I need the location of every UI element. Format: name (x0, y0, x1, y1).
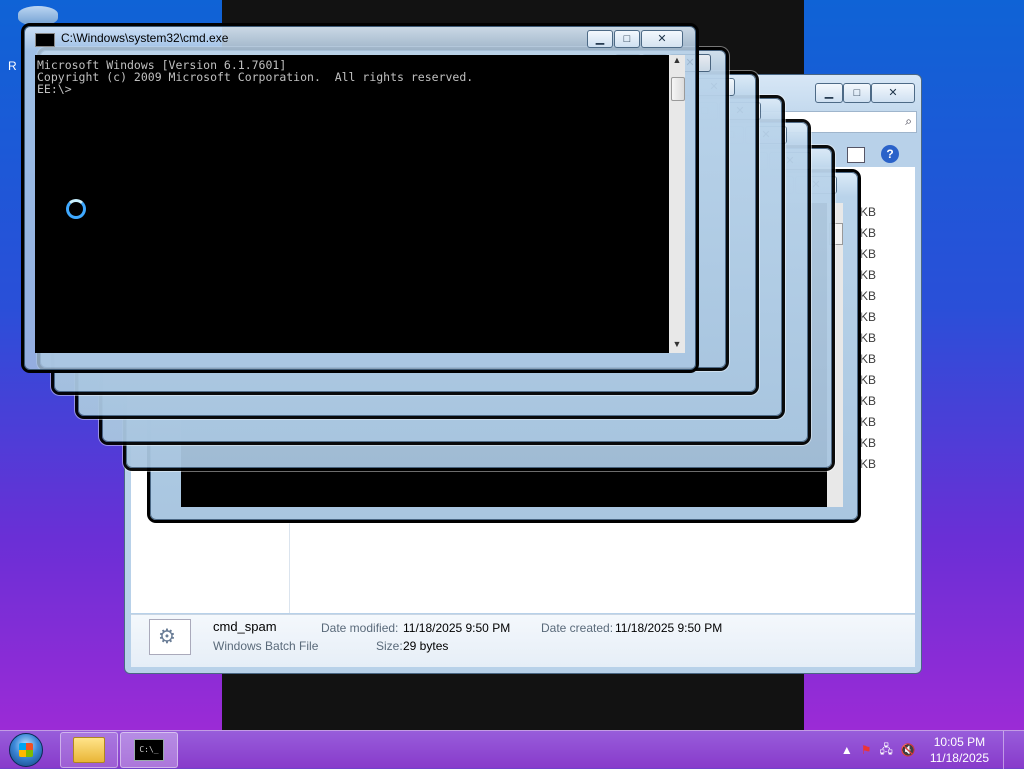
windows-logo-icon (9, 733, 43, 767)
explorer-minimize-button[interactable]: ▁ (815, 83, 843, 103)
start-button[interactable] (6, 731, 46, 769)
network-icon[interactable]: 🖧 (879, 740, 892, 761)
scroll-up-arrow-icon[interactable]: ▲ (669, 55, 685, 69)
scroll-down-arrow-icon[interactable]: ▼ (669, 339, 685, 353)
file-size-cell: KB (860, 352, 877, 366)
preview-pane-icon[interactable] (847, 147, 865, 163)
file-size-cell: KB (860, 436, 877, 450)
file-size-cell: KB (860, 205, 877, 219)
console-output[interactable]: Microsoft Windows [Version 6.1.7601] Copy… (35, 55, 669, 353)
file-size-cell: KB (860, 331, 877, 345)
clock-time: 10:05 PM (933, 735, 986, 749)
size-value: 29 bytes (403, 639, 449, 653)
desktop-partial-label: R (8, 59, 17, 73)
cmd-icon (35, 33, 55, 47)
taskbar-explorer-button[interactable] (60, 732, 118, 768)
file-size-cell: KB (860, 373, 877, 387)
file-size-cell: KB (860, 289, 877, 303)
cmd-scrollbar[interactable]: ▲ ▼ (669, 55, 685, 353)
volume-muted-icon[interactable]: 🔇 (901, 743, 916, 757)
date-modified-value: 11/18/2025 9:50 PM (403, 621, 511, 635)
cmd-maximize-button[interactable]: □ (614, 30, 640, 48)
taskbar-cmd-button[interactable]: C:\_ (120, 732, 178, 768)
file-size-cell: KB (860, 226, 877, 240)
clock[interactable]: 10:05 PM 11/18/2025 (924, 734, 995, 766)
file-size-cell: KB (860, 268, 877, 282)
date-created-value: 11/18/2025 9:50 PM (615, 621, 723, 635)
explorer-close-button[interactable]: ✕ (871, 83, 915, 103)
console-prompt: EE:\> (37, 82, 72, 96)
system-tray: ▲ ⚑ 🖧 🔇 10:05 PM 11/18/2025 (841, 731, 1024, 769)
search-icon[interactable]: ⌕ (905, 114, 912, 129)
cmd-window[interactable]: C:\Windows\system32\cmd.exe ▁ □ ✕ Micros… (24, 26, 696, 370)
action-center-icon[interactable]: ⚑ (861, 743, 872, 757)
file-size-cell: KB (860, 394, 877, 408)
file-size-cell: KB (860, 247, 877, 261)
file-size-cell: KB (860, 310, 877, 324)
cmd-minimize-button[interactable]: ▁ (587, 30, 613, 48)
file-name: cmd_spam (213, 619, 277, 634)
clock-date: 11/18/2025 (929, 751, 989, 765)
explorer-maximize-button[interactable]: □ (843, 83, 871, 103)
taskbar: C:\_ ▲ ⚑ 🖧 🔇 10:05 PM 11/18/2025 (0, 730, 1024, 769)
show-hidden-icons-icon[interactable]: ▲ (841, 743, 853, 757)
scrollbar-thumb[interactable] (671, 77, 685, 101)
file-size-cell: KB (860, 457, 877, 471)
details-pane: ⚙ cmd_spam Windows Batch File Date modif… (131, 614, 915, 667)
show-desktop-button[interactable] (1003, 731, 1016, 769)
cmd-close-button[interactable]: ✕ (641, 30, 683, 48)
folder-icon (73, 737, 105, 763)
cmd-window-title: C:\Windows\system32\cmd.exe (61, 31, 229, 45)
file-size-cell: KB (860, 415, 877, 429)
date-modified-label: Date modified: (321, 621, 399, 635)
recycle-bin-icon[interactable] (18, 6, 58, 26)
file-type: Windows Batch File (213, 639, 319, 653)
size-label: Size: (376, 639, 403, 653)
help-icon[interactable]: ? (881, 145, 899, 163)
batch-file-icon: ⚙ (149, 619, 191, 655)
cmd-taskbar-icon: C:\_ (134, 739, 164, 761)
date-created-label: Date created: (541, 621, 614, 635)
console-line: Copyright (c) 2009 Microsoft Corporation… (37, 70, 474, 84)
busy-cursor-icon (66, 199, 86, 219)
